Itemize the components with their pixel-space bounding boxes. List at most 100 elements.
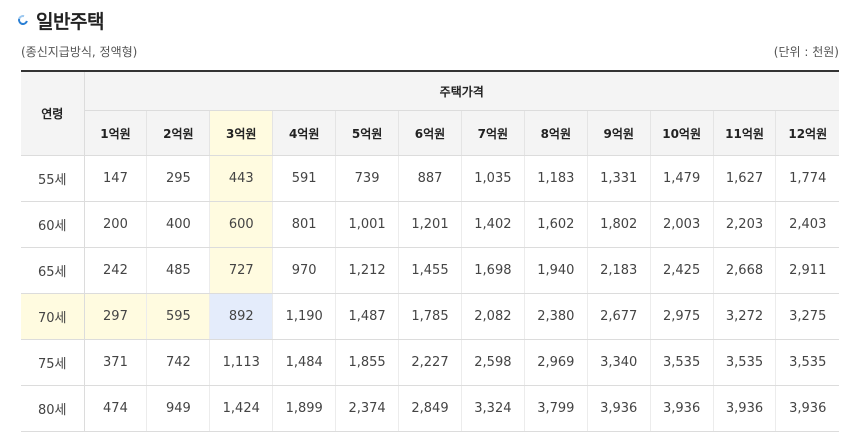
value-cell: 2,975	[650, 293, 714, 340]
section-header: 일반주택	[16, 6, 104, 34]
value-cell: 1,190	[272, 293, 337, 340]
value-cell: 970	[272, 247, 337, 294]
value-cell: 1,212	[335, 247, 400, 294]
table-row: 55세 147 295 443 591 739 887 1,035 1,183 1,331 1,47…	[21, 155, 839, 202]
value-cell: 474	[84, 385, 148, 432]
pension-table: 연령 주택가격 1억원 2억원 3억원 4억원 5억원 6억원 7억원 8억원 9억원 10억원 1…	[21, 70, 839, 432]
price-column-header: 4억원	[272, 110, 337, 156]
price-column-header: 12억원	[775, 110, 839, 156]
value-cell: 2,425	[650, 247, 714, 294]
value-cell: 3,272	[713, 293, 777, 340]
value-cell: 2,227	[398, 339, 462, 386]
value-cell: 147	[84, 155, 148, 202]
value-cell: 2,380	[524, 293, 588, 340]
value-cell: 295	[146, 155, 211, 202]
price-column-header: 9억원	[587, 110, 651, 156]
value-cell: 3,936	[775, 385, 839, 432]
value-cell: 2,849	[398, 385, 462, 432]
value-cell: 2,403	[775, 201, 839, 248]
value-cell: 1,479	[650, 155, 714, 202]
value-cell: 3,535	[713, 339, 777, 386]
value-cell: 1,455	[398, 247, 462, 294]
value-cell: 2,203	[713, 201, 777, 248]
value-cell: 801	[272, 201, 337, 248]
age-column-header: 연령	[21, 70, 85, 156]
value-cell: 3,275	[775, 293, 839, 340]
value-cell: 1,774	[775, 155, 839, 202]
value-cell: 3,535	[775, 339, 839, 386]
value-cell: 1,201	[398, 201, 462, 248]
value-cell: 595	[146, 293, 211, 340]
value-cell: 1,484	[272, 339, 337, 386]
value-cell: 443	[209, 155, 274, 202]
value-cell: 3,799	[524, 385, 588, 432]
value-cell: 1,487	[335, 293, 400, 340]
value-cell: 1,424	[209, 385, 274, 432]
value-cell: 600	[209, 201, 274, 248]
price-column-header: 11억원	[713, 110, 777, 156]
age-cell: 70세	[21, 293, 85, 340]
value-cell: 742	[146, 339, 211, 386]
price-column-header: 6억원	[398, 110, 462, 156]
value-cell: 949	[146, 385, 211, 432]
value-cell: 1,602	[524, 201, 588, 248]
value-cell: 3,324	[461, 385, 525, 432]
value-cell: 3,936	[713, 385, 777, 432]
value-cell: 1,402	[461, 201, 525, 248]
value-cell: 3,936	[650, 385, 714, 432]
value-cell: 1,899	[272, 385, 337, 432]
value-cell: 2,003	[650, 201, 714, 248]
value-cell: 400	[146, 201, 211, 248]
table-row: 65세 242 485 727 970 1,212 1,455 1,698 1,940 2,183…	[21, 247, 839, 294]
value-cell: 3,535	[650, 339, 714, 386]
price-column-header: 10억원	[650, 110, 714, 156]
value-cell: 1,331	[587, 155, 651, 202]
value-cell: 1,035	[461, 155, 525, 202]
value-cell: 727	[209, 247, 274, 294]
value-cell: 2,668	[713, 247, 777, 294]
table-row: 80세 474 949 1,424 1,899 2,374 2,849 3,324 3,799 3…	[21, 385, 839, 432]
value-cell: 1,698	[461, 247, 525, 294]
value-cell: 892	[209, 293, 274, 340]
price-column-header: 3억원	[209, 110, 274, 156]
value-cell: 1,940	[524, 247, 588, 294]
value-cell: 1,785	[398, 293, 462, 340]
age-cell: 80세	[21, 385, 85, 432]
loading-circle-icon	[16, 13, 30, 27]
value-cell: 1,627	[713, 155, 777, 202]
value-cell: 1,001	[335, 201, 400, 248]
unit-label: (단위 : 천원)	[773, 45, 839, 59]
value-cell: 2,374	[335, 385, 400, 432]
table-subtitle: (종신지급방식, 정액형)	[21, 45, 138, 59]
value-cell: 2,598	[461, 339, 525, 386]
value-cell: 887	[398, 155, 462, 202]
age-cell: 65세	[21, 247, 85, 294]
value-cell: 1,855	[335, 339, 400, 386]
table-row: 60세 200 400 600 801 1,001 1,201 1,402 1,602 1,802…	[21, 201, 839, 248]
value-cell: 242	[84, 247, 148, 294]
table-row: 75세 371 742 1,113 1,484 1,855 2,227 2,598 2,969 3…	[21, 339, 839, 386]
table-row: 70세 297 595 892 1,190 1,487 1,785 2,082 2,380 2,6…	[21, 293, 839, 340]
price-column-header: 8억원	[524, 110, 588, 156]
value-cell: 591	[272, 155, 337, 202]
price-column-group-header: 주택가격	[84, 70, 839, 111]
value-cell: 2,183	[587, 247, 651, 294]
value-cell: 3,340	[587, 339, 651, 386]
value-cell: 1,183	[524, 155, 588, 202]
value-cell: 2,677	[587, 293, 651, 340]
age-cell: 75세	[21, 339, 85, 386]
value-cell: 485	[146, 247, 211, 294]
value-cell: 739	[335, 155, 400, 202]
price-column-header: 2억원	[146, 110, 211, 156]
price-column-header: 5억원	[335, 110, 400, 156]
value-cell: 371	[84, 339, 148, 386]
value-cell: 297	[84, 293, 148, 340]
value-cell: 1,802	[587, 201, 651, 248]
value-cell: 2,911	[775, 247, 839, 294]
page-title: 일반주택	[36, 10, 104, 33]
age-cell: 55세	[21, 155, 85, 202]
value-cell: 200	[84, 201, 148, 248]
value-cell: 2,082	[461, 293, 525, 340]
price-column-header: 7억원	[461, 110, 525, 156]
value-cell: 1,113	[209, 339, 274, 386]
